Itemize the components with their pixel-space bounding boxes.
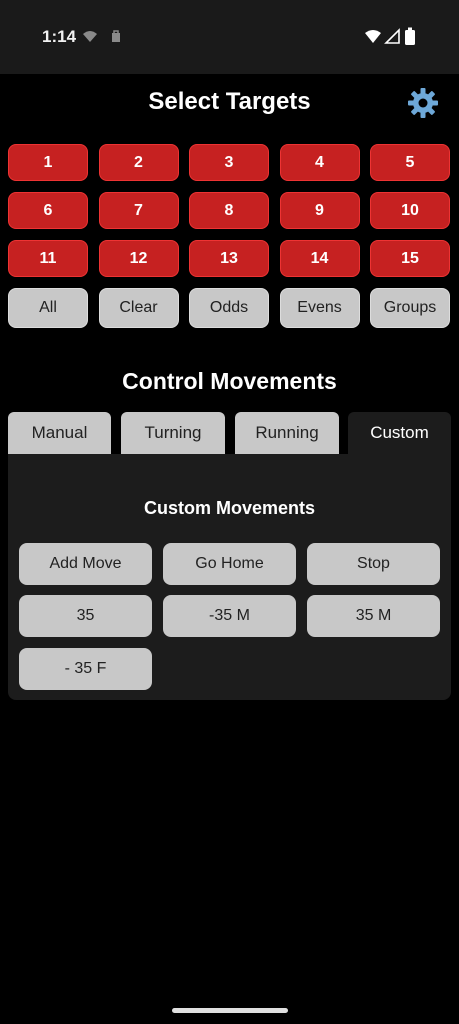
battery-icon — [405, 27, 415, 45]
target-grid: 1 2 3 4 5 6 7 8 9 10 11 12 13 14 15 All … — [8, 144, 451, 328]
odds-button[interactable]: Odds — [189, 288, 269, 328]
custom-movements-title: Custom Movements — [143, 498, 316, 518]
wifi-question-icon — [83, 31, 97, 42]
target-button-8[interactable]: 8 — [189, 192, 269, 229]
tab-manual[interactable]: Manual — [8, 412, 111, 454]
wifi-icon — [365, 30, 381, 43]
target-button-12[interactable]: 12 — [98, 240, 179, 277]
target-button-10[interactable]: 10 — [370, 192, 450, 229]
header: Select Targets — [0, 84, 459, 120]
target-button-1[interactable]: 1 — [8, 144, 88, 181]
stop-button[interactable]: Stop — [307, 543, 440, 585]
add-move-button[interactable]: Add Move — [19, 543, 152, 585]
target-button-3[interactable]: 3 — [189, 144, 269, 181]
target-button-2[interactable]: 2 — [98, 144, 179, 181]
bag-icon — [112, 30, 120, 42]
target-button-15[interactable]: 15 — [370, 240, 450, 277]
select-all-button[interactable]: All — [8, 288, 88, 328]
target-button-13[interactable]: 13 — [189, 240, 269, 277]
movement-tabs: Manual Turning Running Custom — [8, 412, 451, 454]
movement-button-35[interactable]: 35 — [19, 595, 152, 637]
page-title: Select Targets — [148, 88, 311, 115]
tab-custom[interactable]: Custom — [348, 412, 451, 454]
groups-button[interactable]: Groups — [370, 288, 450, 328]
signal-icon — [384, 28, 400, 44]
status-bar: 1:14 — [0, 0, 459, 74]
movement-button-35-m[interactable]: 35 M — [307, 595, 440, 637]
movement-button-minus-35-m[interactable]: -35 M — [163, 595, 296, 637]
tab-running[interactable]: Running — [235, 412, 339, 454]
target-button-9[interactable]: 9 — [279, 192, 360, 229]
target-button-7[interactable]: 7 — [98, 192, 179, 229]
gear-icon[interactable] — [406, 86, 440, 120]
clear-button[interactable]: Clear — [98, 288, 179, 328]
home-indicator[interactable] — [172, 1008, 288, 1013]
go-home-button[interactable]: Go Home — [163, 543, 296, 585]
evens-button[interactable]: Evens — [279, 288, 360, 328]
tab-turning[interactable]: Turning — [121, 412, 225, 454]
target-button-6[interactable]: 6 — [8, 192, 88, 229]
status-time: 1:14 — [42, 27, 77, 46]
movement-button-minus-35-f[interactable]: - 35 F — [19, 648, 152, 690]
target-button-4[interactable]: 4 — [279, 144, 360, 181]
custom-movements-panel: Custom Movements Add Move Go Home Stop 3… — [8, 454, 451, 700]
target-button-11[interactable]: 11 — [8, 240, 88, 277]
target-button-5[interactable]: 5 — [370, 144, 450, 181]
target-button-14[interactable]: 14 — [279, 240, 360, 277]
control-movements-title: Control Movements — [122, 368, 337, 394]
